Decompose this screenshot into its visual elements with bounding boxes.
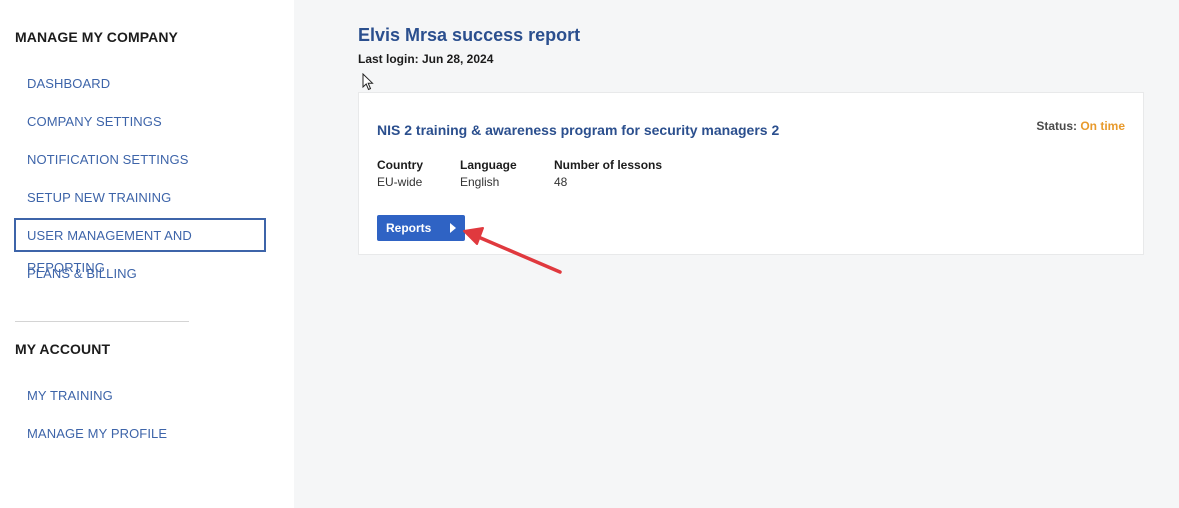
meta-lessons-value: 48 (554, 175, 568, 189)
main-content: Elvis Mrsa success report Last login: Ju… (294, 0, 1179, 508)
sidebar: MANAGE MY COMPANY DASHBOARD COMPANY SETT… (0, 0, 294, 508)
sidebar-divider (15, 321, 189, 322)
meta-lessons-label: Number of lessons (554, 158, 663, 172)
last-login-text: Last login: Jun 28, 2024 (358, 52, 494, 66)
sidebar-item-manage-my-profile[interactable]: MANAGE MY PROFILE (14, 416, 266, 450)
meta-country-value: EU-wide (377, 175, 423, 189)
meta-language-value: English (460, 175, 500, 189)
status-badge: Status: On time (1036, 119, 1125, 133)
sidebar-item-dashboard[interactable]: DASHBOARD (14, 66, 266, 100)
sidebar-item-notification-settings[interactable]: NOTIFICATION SETTINGS (14, 142, 266, 176)
sidebar-item-plans-billing[interactable]: PLANS & BILLING (14, 256, 266, 290)
reports-button-label: Reports (386, 221, 432, 235)
training-card: NIS 2 training & awareness program for s… (358, 92, 1144, 255)
manage-company-heading: MANAGE MY COMPANY (15, 29, 178, 45)
meta-country: Country EU-wide (377, 158, 423, 189)
sidebar-item-my-training[interactable]: MY TRAINING (14, 378, 266, 412)
reports-button[interactable]: Reports (377, 215, 465, 241)
app-layout: MANAGE MY COMPANY DASHBOARD COMPANY SETT… (0, 0, 1179, 508)
sidebar-item-user-management-reporting[interactable]: USER MANAGEMENT AND REPORTING (14, 218, 266, 275)
meta-language: Language English (460, 158, 517, 189)
sidebar-item-company-settings[interactable]: COMPANY SETTINGS (14, 104, 266, 138)
course-title: NIS 2 training & awareness program for s… (377, 122, 780, 138)
mouse-pointer-icon (362, 73, 374, 91)
status-value: On time (1080, 119, 1125, 133)
meta-country-label: Country (377, 158, 423, 172)
my-account-heading: MY ACCOUNT (15, 341, 111, 357)
caret-right-icon (450, 223, 456, 233)
meta-lessons: Number of lessons 48 (554, 158, 662, 189)
meta-language-label: Language (460, 158, 517, 172)
sidebar-item-setup-new-training[interactable]: SETUP NEW TRAINING (14, 180, 266, 214)
status-label: Status: (1036, 119, 1077, 133)
page-title: Elvis Mrsa success report (358, 25, 581, 45)
